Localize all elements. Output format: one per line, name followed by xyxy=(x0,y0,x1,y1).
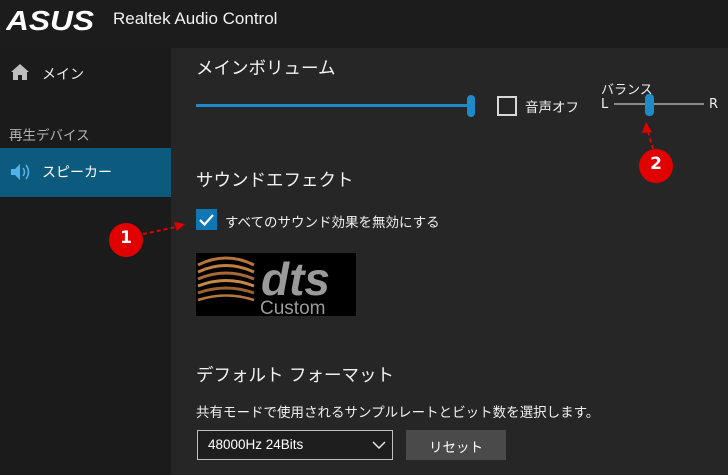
disable-effects-checkbox[interactable] xyxy=(196,209,217,230)
title-bar xyxy=(0,0,728,48)
speaker-icon xyxy=(11,164,30,180)
format-dropdown-value: 48000Hz 24Bits xyxy=(208,437,304,452)
checkmark-icon xyxy=(199,214,214,227)
sidebar-item-label: メイン xyxy=(42,67,84,83)
balance-left-label: L xyxy=(601,97,609,112)
asus-logo-text: ASUS xyxy=(6,5,94,35)
dts-logo-subtext: Custom xyxy=(260,298,325,316)
mute-checkbox[interactable] xyxy=(497,96,517,116)
volume-section-title: メインボリューム xyxy=(196,59,336,79)
reset-button[interactable]: リセット xyxy=(406,430,506,460)
volume-slider-thumb[interactable] xyxy=(467,95,475,117)
effects-section-title: サウンドエフェクト xyxy=(196,171,354,191)
volume-slider-track[interactable] xyxy=(196,104,472,107)
annotation-marker-2: 2 xyxy=(639,149,673,183)
home-icon xyxy=(11,64,29,80)
app-title: Realtek Audio Control xyxy=(113,9,278,28)
balance-right-label: R xyxy=(709,97,719,112)
format-description: 共有モードで使用されるサンプルレートとビット数を選択します。 xyxy=(196,405,600,421)
dts-logo: dts Custom xyxy=(196,253,356,316)
format-section-title: デフォルト フォーマット xyxy=(196,366,395,386)
sidebar-item-speaker[interactable]: スピーカー xyxy=(0,148,171,197)
reset-button-label: リセット xyxy=(429,440,483,456)
sidebar-item-home[interactable]: メイン xyxy=(0,54,171,94)
devices-heading: 再生デバイス xyxy=(9,128,90,144)
format-dropdown[interactable]: 48000Hz 24Bits xyxy=(197,430,393,460)
sidebar-item-label: スピーカー xyxy=(42,165,112,181)
disable-effects-label: すべてのサウンド効果を無効にする xyxy=(225,215,440,231)
balance-slider-thumb[interactable] xyxy=(645,94,654,116)
chevron-down-icon xyxy=(372,441,386,450)
annotation-marker-1: 1 xyxy=(109,223,143,257)
mute-label: 音声オフ xyxy=(525,100,579,116)
asus-logo: ASUS xyxy=(6,5,94,35)
balance-slider-track[interactable] xyxy=(614,103,704,105)
sidebar xyxy=(0,48,171,475)
